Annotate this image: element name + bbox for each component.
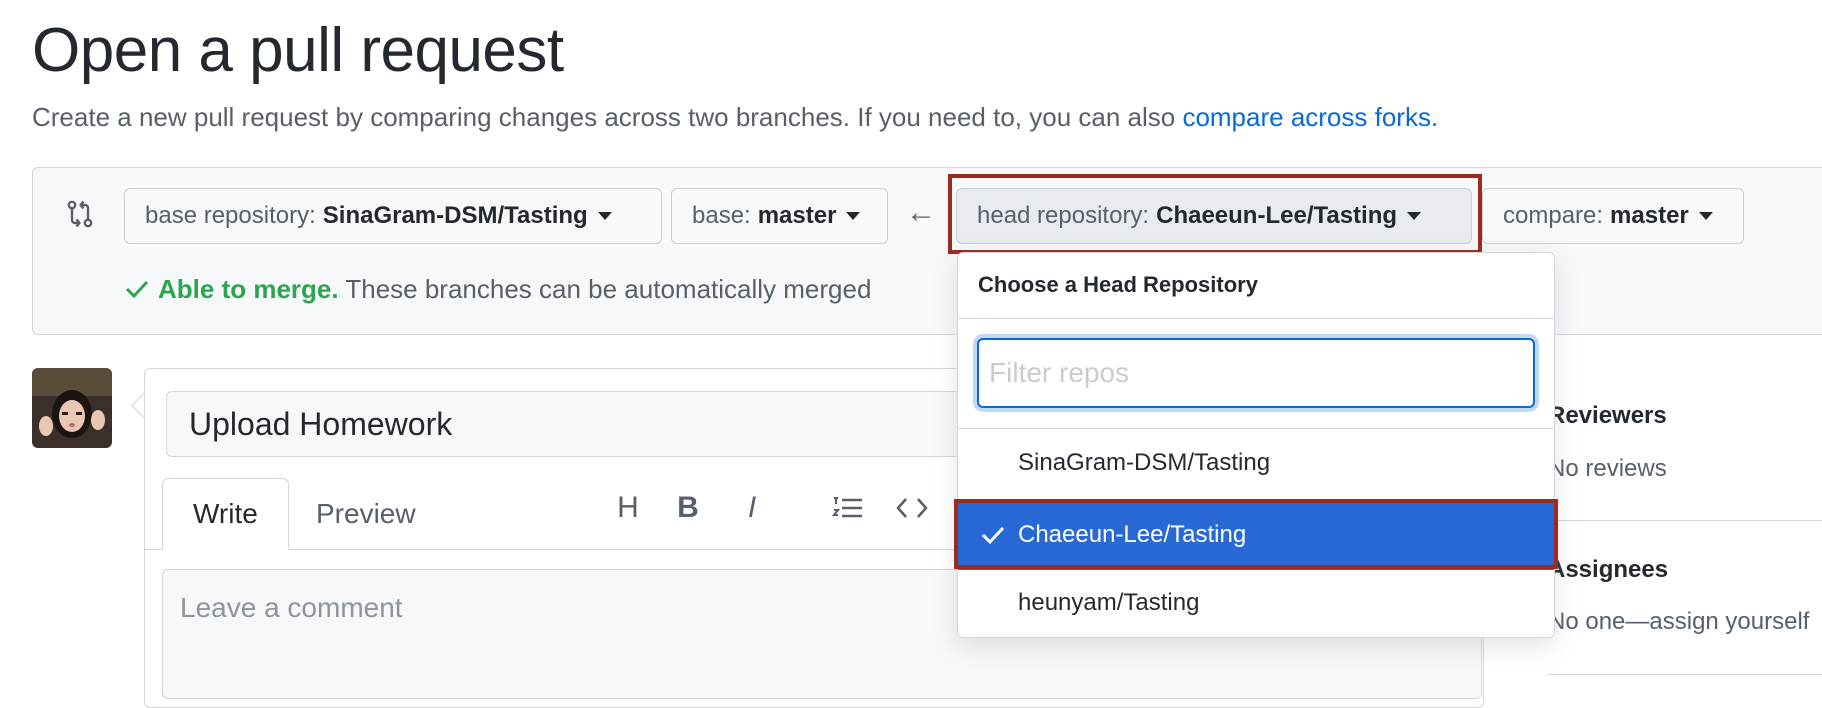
repo-option-label: SinaGram-DSM/Tasting bbox=[1018, 449, 1271, 476]
dropdown-divider bbox=[958, 318, 1554, 319]
page-title: Open a pull request bbox=[32, 16, 564, 85]
git-compare-icon bbox=[67, 200, 93, 228]
head-repository-button[interactable]: head repository: Chaeeun-Lee/Tasting bbox=[956, 188, 1472, 244]
merge-status: Able to merge. These branches can be aut… bbox=[124, 272, 871, 306]
head-repo-value: Chaeeun-Lee/Tasting bbox=[1156, 202, 1398, 229]
compare-label: compare: bbox=[1503, 202, 1604, 229]
avatar-image bbox=[32, 368, 112, 448]
caret-down-icon bbox=[1407, 212, 1422, 220]
compare-branch-button[interactable]: compare: master bbox=[1482, 188, 1744, 244]
check-icon bbox=[981, 526, 1005, 545]
sidebar-divider bbox=[1548, 520, 1822, 521]
head-repo-label: head repository: bbox=[977, 202, 1150, 229]
reviewers-value: No reviews bbox=[1548, 455, 1667, 482]
assignees-title[interactable]: Assignees bbox=[1548, 556, 1668, 584]
compare-value: master bbox=[1610, 202, 1689, 229]
compare-across-forks-link[interactable]: compare across forks. bbox=[1182, 102, 1438, 132]
subtitle-text: Create a new pull request by comparing c… bbox=[32, 102, 1183, 132]
heading-icon[interactable]: H bbox=[608, 488, 648, 528]
bold-icon[interactable]: B bbox=[668, 488, 708, 528]
check-icon bbox=[125, 280, 149, 299]
italic-icon[interactable]: I bbox=[732, 488, 772, 528]
page-subtitle: Create a new pull request by comparing c… bbox=[32, 100, 1438, 134]
arrow-left-icon: ← bbox=[906, 196, 936, 229]
base-label: base: bbox=[692, 202, 751, 229]
ordered-list-icon[interactable] bbox=[828, 488, 868, 528]
code-icon[interactable] bbox=[892, 488, 932, 528]
tab-preview[interactable]: Preview bbox=[286, 478, 446, 550]
repo-option-heunyam[interactable]: heunyam/Tasting bbox=[958, 568, 1554, 638]
repo-option-label: heunyam/Tasting bbox=[1018, 589, 1200, 616]
caret-down-icon bbox=[1698, 212, 1713, 220]
avatar[interactable] bbox=[32, 368, 112, 448]
sidebar-divider bbox=[1548, 674, 1822, 675]
base-repo-label: base repository: bbox=[145, 202, 316, 229]
base-value: master bbox=[757, 202, 837, 229]
comment-placeholder: Leave a comment bbox=[180, 592, 403, 623]
caret-down-icon bbox=[597, 212, 612, 220]
repo-option-sinagram[interactable]: SinaGram-DSM/Tasting bbox=[958, 428, 1554, 498]
repo-option-chaeeun-lee[interactable]: Chaeeun-Lee/Tasting bbox=[958, 500, 1554, 570]
reviewers-title[interactable]: Reviewers bbox=[1548, 402, 1667, 430]
base-repo-value: SinaGram-DSM/Tasting bbox=[322, 202, 588, 229]
filter-repos-input[interactable] bbox=[977, 338, 1535, 408]
base-repository-button[interactable]: base repository: SinaGram-DSM/Tasting bbox=[124, 188, 662, 244]
tab-write[interactable]: Write bbox=[162, 478, 289, 550]
base-branch-button[interactable]: base: master bbox=[671, 188, 888, 244]
merge-description: These branches can be automatically merg… bbox=[338, 274, 872, 304]
repo-option-label: Chaeeun-Lee/Tasting bbox=[1018, 521, 1247, 548]
caret-down-icon bbox=[846, 212, 861, 220]
dropdown-header: Choose a Head Repository bbox=[978, 272, 1258, 297]
assignees-value[interactable]: No one—assign yourself bbox=[1548, 608, 1809, 636]
merge-ok-text: Able to merge. bbox=[158, 274, 339, 304]
